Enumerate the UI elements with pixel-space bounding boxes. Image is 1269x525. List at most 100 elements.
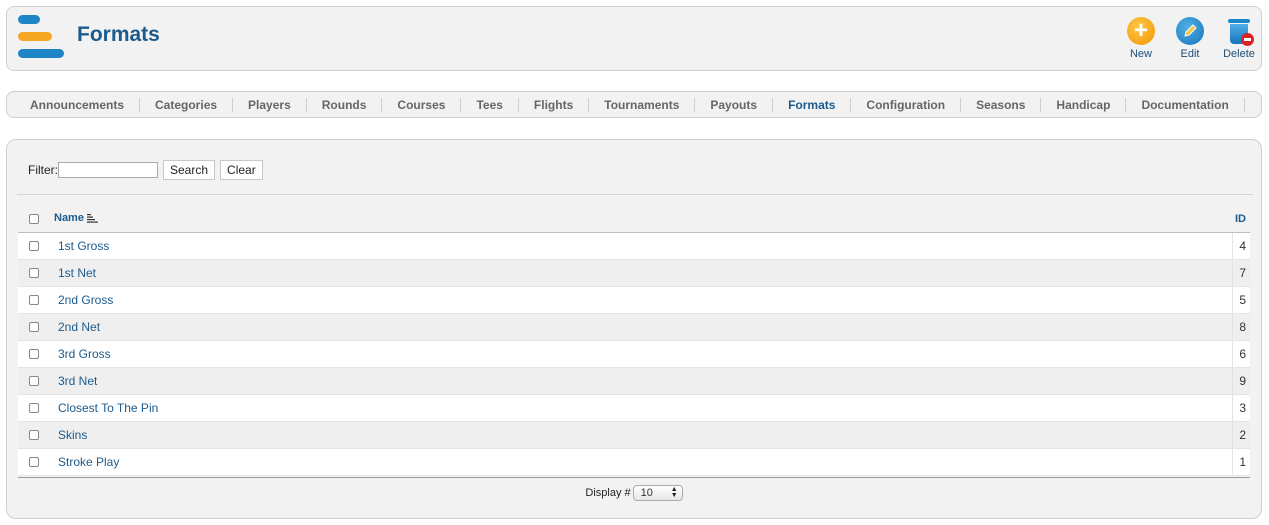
nav-item-configuration[interactable]: Configuration [851, 97, 962, 112]
select-arrows-icon: ▲ ▼ [670, 485, 678, 499]
nav-item-courses[interactable]: Courses [382, 97, 462, 112]
id-cell: 1 [1231, 448, 1250, 476]
filter-bar: Filter: Search Clear [28, 160, 268, 180]
row-checkbox-cell [18, 367, 50, 395]
clear-button[interactable]: Clear [220, 160, 263, 180]
row-checkbox[interactable] [29, 403, 39, 414]
nav-item-seasons[interactable]: Seasons [961, 97, 1042, 112]
main-nav: Announcements Categories Players Rounds … [6, 91, 1262, 118]
formats-table: Name ID 1st Gross 4 1st Net 7 2nd Gross … [18, 206, 1250, 476]
nav-item-tournaments[interactable]: Tournaments [589, 97, 696, 112]
table-row: 2nd Gross 5 [18, 286, 1250, 314]
nav-item-tees[interactable]: Tees [461, 97, 519, 112]
search-button[interactable]: Search [163, 160, 216, 180]
table-row: Closest To The Pin 3 [18, 394, 1250, 422]
id-cell: 6 [1231, 340, 1250, 368]
id-cell: 8 [1231, 313, 1250, 341]
row-checkbox-cell [18, 421, 50, 449]
table-row: 3rd Net 9 [18, 367, 1250, 395]
edit-button-label: Edit [1180, 48, 1200, 60]
name-cell: Closest To The Pin [50, 394, 1232, 422]
row-checkbox-cell [18, 232, 50, 260]
formats-logo-icon [18, 15, 66, 59]
table-header-row: Name ID [18, 206, 1250, 233]
display-count-select[interactable]: 10 ▲ ▼ [632, 484, 683, 501]
name-column-header[interactable]: Name [50, 206, 1232, 233]
nav-item-payouts[interactable]: Payouts [695, 97, 774, 112]
divider [17, 194, 1253, 195]
id-cell: 5 [1231, 286, 1250, 314]
row-checkbox-cell [18, 286, 50, 314]
name-column-label: Name [54, 211, 84, 224]
name-cell: 2nd Gross [50, 286, 1232, 314]
new-button-label: New [1129, 48, 1152, 60]
row-checkbox-cell [18, 340, 50, 368]
pagination-footer: Display # 10 ▲ ▼ [18, 477, 1250, 507]
nav-item-categories[interactable]: Categories [140, 97, 234, 112]
format-link[interactable]: 3rd Gross [50, 347, 111, 361]
name-cell: 3rd Gross [50, 340, 1232, 368]
filter-label: Filter: [28, 163, 58, 177]
name-cell: 1st Net [50, 259, 1232, 287]
table-row: 1st Net 7 [18, 259, 1250, 287]
delete-button-label: Delete [1223, 48, 1255, 60]
table-row: 1st Gross 4 [18, 232, 1250, 260]
table-row: 3rd Gross 6 [18, 340, 1250, 368]
row-checkbox[interactable] [29, 376, 39, 387]
id-cell: 4 [1231, 232, 1250, 260]
toolbar: Formats + New Edit Delete [6, 6, 1262, 71]
row-checkbox-cell [18, 448, 50, 476]
row-checkbox[interactable] [29, 295, 39, 306]
format-link[interactable]: 1st Net [50, 266, 96, 280]
nav-item-announcements[interactable]: Announcements [15, 97, 141, 112]
display-count-label: Display # [585, 486, 631, 499]
table-row: 2nd Net 8 [18, 313, 1250, 341]
id-column-header[interactable]: ID [1232, 206, 1250, 233]
nav-item-rounds[interactable]: Rounds [307, 97, 383, 112]
select-all-checkbox[interactable] [29, 213, 39, 224]
row-checkbox[interactable] [29, 322, 39, 333]
page-title: Formats [77, 23, 160, 46]
trash-icon [1227, 17, 1254, 46]
format-link[interactable]: 1st Gross [50, 239, 109, 253]
nav-item-formats[interactable]: Formats [773, 97, 852, 112]
name-cell: Stroke Play [50, 448, 1232, 476]
display-count-value: 10 [640, 486, 653, 499]
row-checkbox-cell [18, 313, 50, 341]
table-row: Stroke Play 1 [18, 448, 1250, 476]
name-cell: 2nd Net [50, 313, 1232, 341]
nav-item-players[interactable]: Players [233, 97, 307, 112]
row-checkbox-cell [18, 259, 50, 287]
name-cell: Skins [50, 421, 1232, 449]
row-checkbox[interactable] [29, 430, 39, 441]
delete-button[interactable]: Delete [1219, 17, 1259, 65]
format-link[interactable]: 3rd Net [50, 374, 97, 388]
content-panel: Filter: Search Clear Name ID 1st Gross 4… [6, 139, 1262, 519]
format-link[interactable]: Closest To The Pin [50, 401, 158, 415]
sort-ascending-icon [86, 213, 99, 226]
format-link[interactable]: 2nd Net [50, 320, 100, 334]
pencil-icon [1176, 17, 1204, 45]
format-link[interactable]: 2nd Gross [50, 293, 113, 307]
id-cell: 3 [1231, 394, 1250, 422]
nav-item-flights[interactable]: Flights [519, 97, 590, 112]
row-checkbox[interactable] [29, 241, 39, 252]
name-cell: 3rd Net [50, 367, 1232, 395]
id-cell: 9 [1231, 367, 1250, 395]
id-cell: 7 [1231, 259, 1250, 287]
table-row: Skins 2 [18, 421, 1250, 449]
row-checkbox[interactable] [29, 349, 39, 360]
nav-item-documentation[interactable]: Documentation [1126, 97, 1245, 112]
new-button[interactable]: + New [1121, 17, 1161, 65]
format-link[interactable]: Stroke Play [50, 455, 119, 469]
nav-item-handicap[interactable]: Handicap [1041, 97, 1127, 112]
format-link[interactable]: Skins [50, 428, 87, 442]
filter-input[interactable] [58, 162, 158, 178]
row-checkbox[interactable] [29, 268, 39, 279]
edit-button[interactable]: Edit [1170, 17, 1210, 65]
name-cell: 1st Gross [50, 232, 1232, 260]
id-cell: 2 [1231, 421, 1250, 449]
row-checkbox[interactable] [29, 457, 39, 468]
plus-icon: + [1127, 17, 1155, 45]
row-checkbox-cell [18, 394, 50, 422]
